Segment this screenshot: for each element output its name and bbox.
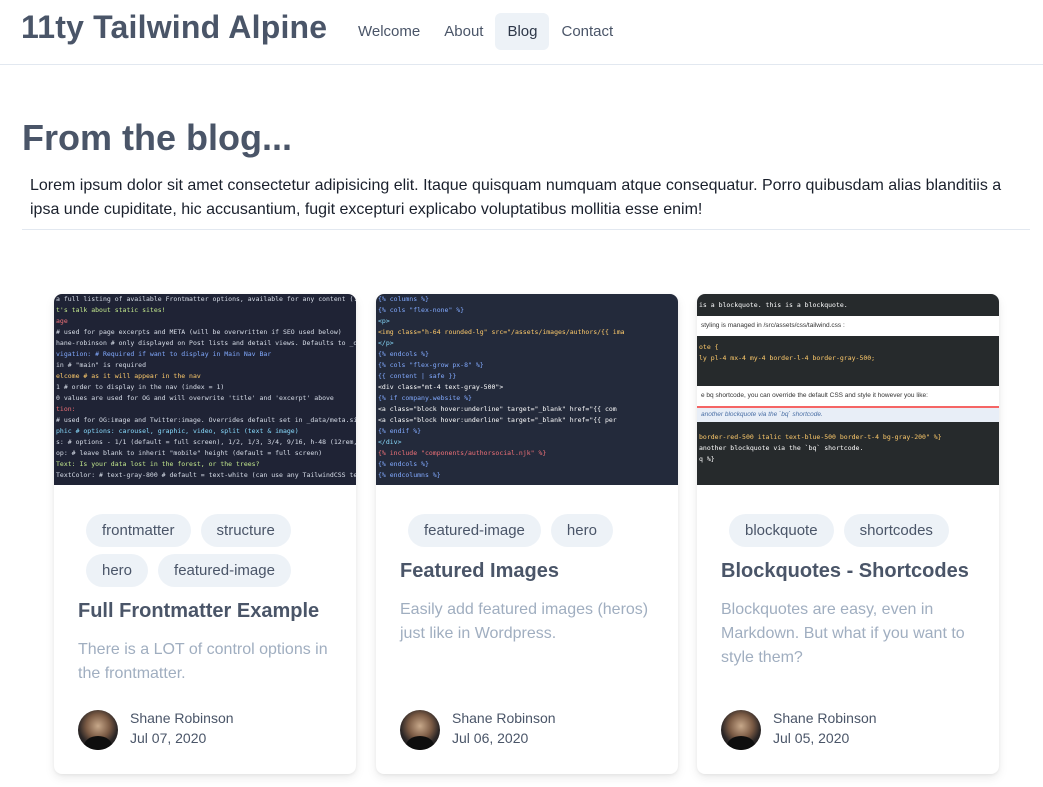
post-date: Jul 05, 2020 — [773, 730, 850, 746]
code-line: {{ content | safe }} — [378, 372, 457, 380]
tag-pill[interactable]: shortcodes — [843, 514, 949, 547]
code-line: <div class="mt-4 text-gray-500"> — [378, 383, 504, 391]
post-title[interactable]: Blockquotes - Shortcodes — [721, 560, 969, 583]
author-name[interactable]: Shane Robinson — [773, 710, 877, 726]
tag-list: featured-image hero — [408, 514, 658, 554]
code-line: {% columns %} — [378, 295, 429, 303]
post-title[interactable]: Featured Images — [400, 560, 559, 583]
nav-item-contact[interactable]: Contact — [549, 13, 625, 50]
post-card[interactable]: {% columns %} {% cols "flex-none" %} <p>… — [376, 294, 678, 774]
code-line: {% endcols %} — [378, 350, 429, 358]
post-excerpt: Easily add featured images (heros) just … — [400, 601, 649, 642]
nav-item-blog[interactable]: Blog — [495, 13, 550, 50]
code-line: TextColor: # text-gray-800 # default = t… — [56, 471, 356, 479]
code-line: s: # options - 1/1 (default = full scree… — [56, 438, 356, 446]
avatar — [78, 710, 118, 750]
code-line: <a class="block hover:underline" target=… — [378, 405, 617, 413]
post-author: Shane Robinson Jul 05, 2020 — [721, 708, 981, 752]
code-line: <img class="h-64 rounded-lg" src="/asset… — [378, 328, 625, 336]
code-line: ly pl-4 mx-4 my-4 border-l-4 border-gray… — [699, 354, 876, 362]
section-divider — [22, 229, 1030, 230]
tag-list: blockquote shortcodes — [729, 514, 979, 554]
author-name[interactable]: Shane Robinson — [130, 710, 234, 726]
post-author: Shane Robinson Jul 06, 2020 — [400, 708, 660, 752]
code-line: tion: — [56, 405, 76, 413]
tag-pill[interactable]: structure — [200, 514, 291, 547]
avatar — [400, 710, 440, 750]
code-line: <a class="block hover:underline" target=… — [378, 416, 617, 424]
code-line: elcome # as it will appear in the nav — [56, 372, 201, 380]
code-line: in # "main" is required — [56, 361, 147, 369]
nav-item-welcome[interactable]: Welcome — [346, 13, 432, 50]
code-line: age — [56, 317, 68, 325]
tag-pill[interactable]: blockquote — [729, 514, 834, 547]
code-line: </p> — [378, 339, 394, 347]
code-line: hane-robinson # only displayed on Post l… — [56, 339, 356, 347]
post-featured-image[interactable]: a full listing of available Frontmatter … — [54, 294, 356, 485]
code-line: 0 values are used for OG and will overwr… — [56, 394, 334, 402]
post-excerpt: Blockquotes are easy, even in Markdown. … — [721, 601, 965, 666]
code-line: {% if company.website %} — [378, 394, 472, 402]
code-line: op: # leave blank to inherit "mobile" he… — [56, 449, 323, 457]
post-title[interactable]: Full Frontmatter Example — [78, 600, 319, 623]
tag-pill[interactable]: hero — [86, 554, 149, 587]
code-line: border-red-500 italic text-blue-500 bord… — [699, 433, 942, 441]
code-line: phic # options: carousel, graphic, video… — [56, 427, 299, 435]
avatar — [721, 710, 761, 750]
author-name[interactable]: Shane Robinson — [452, 710, 556, 726]
code-line: ote { — [699, 343, 719, 351]
code-line: a full listing of available Frontmatter … — [56, 295, 356, 303]
code-line: <p> — [378, 317, 390, 325]
site-brand[interactable]: 11ty Tailwind Alpine — [21, 9, 327, 46]
post-date: Jul 06, 2020 — [452, 730, 529, 746]
tag-pill[interactable]: hero — [550, 514, 613, 547]
code-line: is a blockquote. this is a blockquote. — [699, 301, 848, 309]
post-featured-image[interactable]: is a blockquote. this is a blockquote. s… — [697, 294, 999, 485]
code-line: q %} — [699, 455, 715, 463]
code-line: {% endif %} — [378, 427, 422, 435]
code-line: another blockquote via the `bq` shortcod… — [697, 408, 999, 422]
code-line: another blockquote via the `bq` shortcod… — [699, 444, 864, 452]
code-line: 1 # order to display in the nav (index =… — [56, 383, 225, 391]
main-nav: Welcome About Blog Contact — [346, 13, 625, 50]
nav-item-about[interactable]: About — [432, 13, 495, 50]
code-line: t's talk about static sites! — [56, 306, 166, 314]
code-line: styling is managed in /src/assets/css/ta… — [697, 316, 999, 336]
code-line: {% include "components/authorsocial.njk"… — [378, 449, 547, 457]
post-excerpt: There is a LOT of control options in the… — [78, 641, 328, 682]
code-line: {% endcolumns %} — [378, 471, 441, 479]
code-line: {% cols "flex-none" %} — [378, 306, 465, 314]
code-line: </div> — [378, 438, 402, 446]
tag-pill[interactable]: featured-image — [408, 514, 541, 547]
site-header: 11ty Tailwind Alpine Welcome About Blog … — [0, 0, 1043, 65]
post-featured-image[interactable]: {% columns %} {% cols "flex-none" %} <p>… — [376, 294, 678, 485]
code-line: e bq shortcode, you can override the def… — [697, 386, 999, 406]
code-line: Text: Is your data lost in the forest, o… — [56, 460, 260, 468]
code-line: # used for OG:image and Twitter:image. O… — [56, 416, 356, 424]
code-line: {% cols "flex-grow px-8" %} — [378, 361, 484, 369]
code-line: vigation: # Required if want to display … — [56, 350, 272, 358]
post-card[interactable]: is a blockquote. this is a blockquote. s… — [697, 294, 999, 774]
post-author: Shane Robinson Jul 07, 2020 — [78, 708, 338, 752]
page-title: From the blog... — [22, 117, 292, 158]
tag-pill[interactable]: frontmatter — [86, 514, 191, 547]
intro-text: Lorem ipsum dolor sit amet consectetur a… — [30, 177, 1002, 218]
tag-pill[interactable]: featured-image — [158, 554, 291, 587]
code-line: # used for page excerpts and META (will … — [56, 328, 342, 336]
post-date: Jul 07, 2020 — [130, 730, 207, 746]
tag-list: frontmatter structure hero featured-imag… — [86, 514, 336, 594]
post-card[interactable]: a full listing of available Frontmatter … — [54, 294, 356, 774]
code-line: {% endcols %} — [378, 460, 429, 468]
